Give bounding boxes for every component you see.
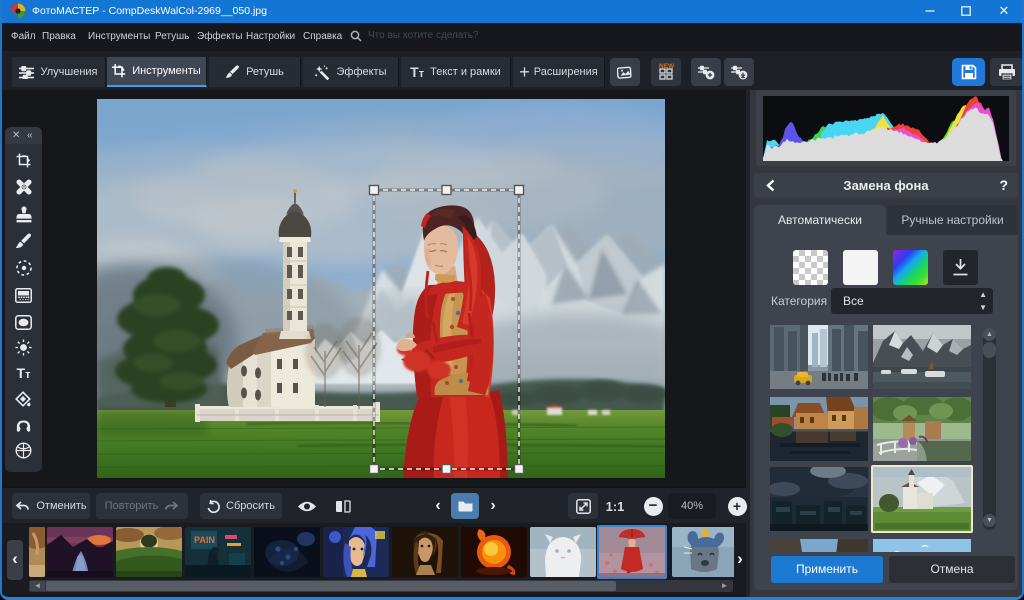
svg-text:PAIN: PAIN xyxy=(194,535,215,545)
svg-text:NEW: NEW xyxy=(659,63,675,70)
